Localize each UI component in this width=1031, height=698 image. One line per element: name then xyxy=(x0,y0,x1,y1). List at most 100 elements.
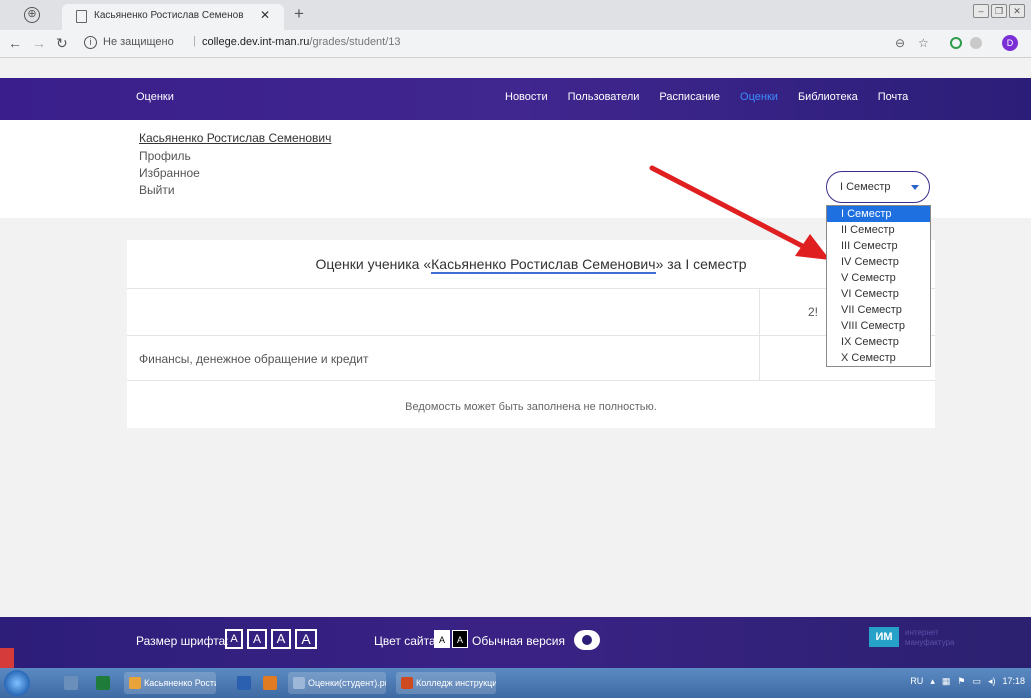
tray-arrow-icon[interactable]: ▴ xyxy=(930,676,935,687)
info-icon[interactable]: i xyxy=(84,36,97,49)
taskbar-item-powerpoint[interactable]: Колледж инструкци... xyxy=(396,672,496,694)
user-links: Профиль Избранное Выйти xyxy=(139,149,331,197)
red-arrow-annotation xyxy=(649,165,830,260)
column-divider xyxy=(759,336,760,381)
semester-option-6[interactable]: VI Семестр xyxy=(827,286,930,302)
font-size-button-3[interactable]: A xyxy=(271,629,291,649)
excel-icon[interactable] xyxy=(96,676,110,690)
color-white-button[interactable]: A xyxy=(434,630,450,648)
semester-option-9[interactable]: IX Семестр xyxy=(827,334,930,350)
windows-taskbar: Касьяненко Ростис... Оценки(студент).pn.… xyxy=(0,668,1031,698)
table-row: Финансы, денежное обращение и кредит xyxy=(127,336,935,381)
language-indicator[interactable]: RU xyxy=(910,676,923,687)
semester-option-2[interactable]: II Семестр xyxy=(827,222,930,238)
user-block: Касьяненко Ростислав Семенович Профиль Из… xyxy=(139,131,331,200)
semester-option-5[interactable]: V Семестр xyxy=(827,270,930,286)
semester-option-3[interactable]: III Семестр xyxy=(827,238,930,254)
minimize-icon[interactable]: – xyxy=(973,4,989,18)
user-link-1[interactable]: Избранное xyxy=(139,166,331,180)
paint-icon xyxy=(293,677,305,689)
semester-option-1[interactable]: I Семестр xyxy=(827,206,930,222)
semester-option-4[interactable]: IV Семестр xyxy=(827,254,930,270)
url-field[interactable]: college.dev.int-man.ru/grades/student/13 xyxy=(202,36,401,48)
nav-item-4[interactable]: Библиотека xyxy=(798,91,858,103)
zoom-icon[interactable]: ⊖ xyxy=(895,36,905,50)
forward-arrow-icon[interactable]: → xyxy=(32,35,46,51)
chrome-icon xyxy=(129,677,141,689)
eye-icon[interactable] xyxy=(574,630,600,650)
url-separator: | xyxy=(193,35,196,47)
site-logo[interactable]: Оценки xyxy=(136,91,174,103)
url-host: college.dev.int-man.ru xyxy=(202,36,310,48)
brand-text: интернет мануфактура xyxy=(905,628,954,648)
page-icon xyxy=(76,10,87,23)
back-arrow-icon[interactable]: ← xyxy=(8,35,22,51)
system-tray: RU ▴ ▦ ⚑ ▭ ◂) 17:18 xyxy=(910,676,1025,687)
explorer-icon[interactable] xyxy=(64,676,78,690)
semester-select[interactable]: I Семестр xyxy=(826,171,930,203)
font-size-button-4[interactable]: A xyxy=(295,629,317,649)
tab-close-icon[interactable]: ✕ xyxy=(260,8,270,22)
tab-search-icon[interactable]: ⊕ xyxy=(24,7,40,23)
start-button[interactable] xyxy=(4,670,30,696)
taskbar-item-paint[interactable]: Оценки(студент).pn... xyxy=(288,672,386,694)
browser-tab[interactable]: Касьяненко Ростислав Семенов ✕ xyxy=(62,4,284,30)
nav-item-1[interactable]: Пользователи xyxy=(568,91,640,103)
desktop-app-icon[interactable] xyxy=(0,648,14,668)
new-tab-button[interactable]: + xyxy=(294,4,304,24)
color-black-button[interactable]: A xyxy=(452,630,468,648)
semester-option-10[interactable]: X Семестр xyxy=(827,350,930,366)
app-icon[interactable] xyxy=(263,676,277,690)
semester-select-value: I Семестр xyxy=(840,181,891,193)
insecure-label: Не защищено xyxy=(103,36,174,48)
font-size-button-2[interactable]: A xyxy=(247,629,267,649)
title-student-name: Касьяненко Ростислав Семенович xyxy=(431,256,656,274)
volume-icon[interactable]: ◂) xyxy=(988,676,996,687)
font-size-button-1[interactable]: A xyxy=(225,629,243,649)
taskbar-item-label: Касьяненко Ростис... xyxy=(144,678,216,688)
table-header-row: 2! xyxy=(127,289,935,336)
bookmark-star-icon[interactable]: ☆ xyxy=(918,36,929,50)
taskbar-item-chrome[interactable]: Касьяненко Ростис... xyxy=(124,672,216,694)
browser-tabstrip: ⊕ Касьяненко Ростислав Семенов ✕ + – ❐ ✕ xyxy=(0,0,1031,30)
incomplete-note: Ведомость может быть заполнена не полнос… xyxy=(405,401,657,413)
nav-item-2[interactable]: Расписание xyxy=(659,91,720,103)
column-divider xyxy=(759,289,760,336)
window-controls: – ❐ ✕ xyxy=(973,4,1025,18)
tab-title: Касьяненко Ростислав Семенов xyxy=(94,10,244,21)
site-footer: Размер шрифта: AAAA Цвет сайта: A A Обыч… xyxy=(0,617,1031,668)
reload-icon[interactable]: ↻ xyxy=(56,35,68,52)
subject-name: Финансы, денежное обращение и кредит xyxy=(139,352,369,366)
word-icon[interactable] xyxy=(237,676,251,690)
date-header: 2! xyxy=(808,305,819,319)
profile-avatar[interactable]: D xyxy=(1002,35,1018,51)
semester-option-8[interactable]: VIII Семестр xyxy=(827,318,930,334)
nav-item-0[interactable]: Новости xyxy=(505,91,548,103)
main-nav: Новости Пользователи Расписание Оценки Библи… xyxy=(505,91,908,103)
restore-icon[interactable]: ❐ xyxy=(991,4,1007,18)
powerpoint-icon xyxy=(401,677,413,689)
battery-icon[interactable]: ▭ xyxy=(972,676,981,687)
semester-dropdown-list: I Семестр II Семестр III Семестр IV Семестр… xyxy=(826,205,931,367)
user-link-0[interactable]: Профиль xyxy=(139,149,331,163)
normal-version-link[interactable]: Обычная версия xyxy=(472,634,565,648)
site-color-label: Цвет сайта: xyxy=(374,634,439,648)
flag-icon[interactable]: ⚑ xyxy=(957,676,965,687)
close-window-icon[interactable]: ✕ xyxy=(1009,4,1025,18)
brand-logo[interactable]: ИМ xyxy=(869,627,899,647)
semester-option-7[interactable]: VII Семестр xyxy=(827,302,930,318)
user-name-link[interactable]: Касьяненко Ростислав Семенович xyxy=(139,131,331,145)
caret-down-icon xyxy=(911,185,919,190)
user-link-2[interactable]: Выйти xyxy=(139,183,331,197)
network-icon[interactable]: ▦ xyxy=(942,676,951,687)
nav-item-3[interactable]: Оценки xyxy=(740,91,778,103)
nav-item-5[interactable]: Почта xyxy=(878,91,909,103)
brand-line1: интернет xyxy=(905,628,939,637)
font-size-buttons: AAAA xyxy=(225,629,317,649)
site-header: Оценки Новости Пользователи Расписание Оцен… xyxy=(0,78,1031,120)
extension-green-icon[interactable] xyxy=(950,37,962,49)
clock[interactable]: 17:18 xyxy=(1002,676,1025,687)
extension-globe-icon[interactable] xyxy=(970,37,982,49)
address-bar: ← → ↻ i Не защищено | college.dev.int-ma… xyxy=(0,30,1031,58)
site-color-buttons: A A xyxy=(434,630,468,648)
